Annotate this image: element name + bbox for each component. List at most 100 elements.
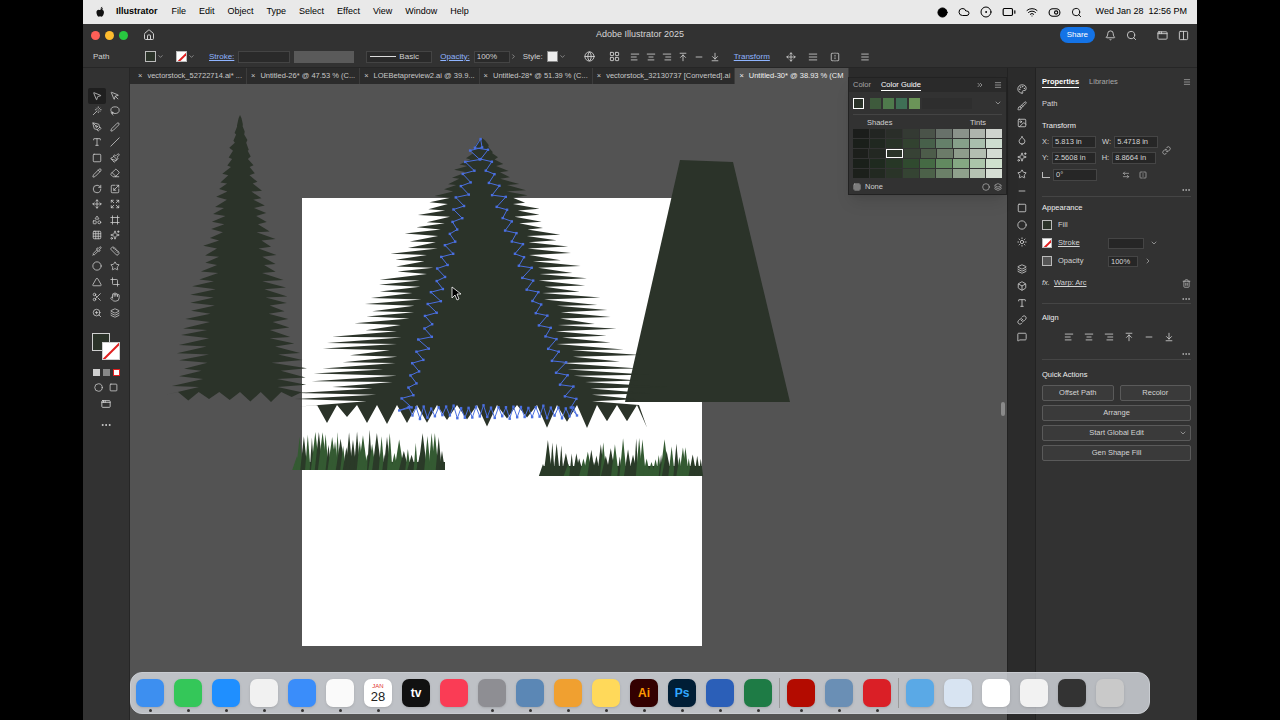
flip-icon[interactable]: [830, 52, 840, 62]
calendar-app-icon[interactable]: JAN28: [364, 679, 392, 707]
variation-swatch[interactable]: [903, 169, 919, 178]
style-swatch[interactable]: [547, 51, 558, 62]
opacity-field[interactable]: 100%: [474, 51, 510, 63]
dock-item[interactable]: [824, 674, 854, 712]
dock-item[interactable]: [553, 674, 583, 712]
gradient-panel-icon[interactable]: [1017, 203, 1027, 213]
dock-item[interactable]: [1019, 674, 1049, 712]
variation-swatch[interactable]: [987, 149, 1002, 158]
slice-tool-icon[interactable]: [110, 308, 120, 318]
document-tab[interactable]: ×Untitled-30* @ 38.93 % (CM: [735, 68, 848, 84]
control-menu-icon[interactable]: [860, 52, 870, 62]
pencil-tool-icon[interactable]: [92, 168, 102, 178]
app-icon[interactable]: [944, 679, 972, 707]
app-icon[interactable]: tv: [402, 679, 430, 707]
style-dropdown-icon[interactable]: [559, 53, 566, 60]
close-window-button[interactable]: [91, 31, 100, 40]
swatch-library-icon[interactable]: [853, 183, 861, 191]
quick-action-button[interactable]: Gen Shape Fill: [1042, 445, 1191, 461]
spotlight-icon[interactable]: [1071, 7, 1082, 18]
app-icon[interactable]: [136, 679, 164, 707]
variation-swatch[interactable]: [953, 169, 969, 178]
more-align-icon[interactable]: [1181, 349, 1191, 359]
variation-swatch[interactable]: [970, 139, 986, 148]
artboards-panel-icon[interactable]: [1017, 281, 1027, 291]
menu-app-name[interactable]: Illustrator: [116, 5, 158, 19]
menu-item[interactable]: View: [373, 5, 392, 19]
align-top-icon[interactable]: [1124, 332, 1134, 342]
graphic-styles-icon[interactable]: [1017, 169, 1027, 179]
dock-item[interactable]: [743, 674, 773, 712]
brushes-panel-icon[interactable]: [1017, 101, 1027, 111]
quick-action-button[interactable]: Recolor: [1120, 385, 1192, 401]
draw-inside-icon[interactable]: [109, 383, 118, 392]
variation-swatch[interactable]: [886, 139, 902, 148]
opacity-arrow-icon[interactable]: [1144, 257, 1152, 265]
more-transform-icon[interactable]: [1181, 185, 1191, 195]
variation-swatch[interactable]: [937, 149, 952, 158]
variation-swatch[interactable]: [853, 169, 869, 178]
variation-swatch[interactable]: [903, 159, 919, 168]
paintbrush-tool-icon[interactable]: [110, 153, 120, 163]
menu-item[interactable]: Edit: [199, 5, 215, 19]
app-icon[interactable]: [326, 679, 354, 707]
dock-item[interactable]: [862, 674, 892, 712]
transparency-panel-icon[interactable]: [1017, 220, 1027, 230]
flip-vertical-icon[interactable]: [1139, 171, 1147, 179]
variation-swatch[interactable]: [920, 139, 936, 148]
align-bottom-icon[interactable]: [710, 52, 720, 62]
tab-close-button[interactable]: ×: [138, 70, 142, 81]
none-mode-button[interactable]: [113, 369, 120, 376]
recolor-icon[interactable]: [584, 51, 595, 62]
menu-clock[interactable]: Wed Jan 28 12:56 PM: [1096, 5, 1187, 19]
zoom-tool-icon[interactable]: [92, 308, 102, 318]
app-icon[interactable]: Ps: [668, 679, 696, 707]
global-edit-dropdown-icon[interactable]: [1179, 429, 1187, 437]
app-icon[interactable]: [982, 679, 1010, 707]
transform-field[interactable]: 5.813 in: [1052, 136, 1096, 148]
stroke-weight-field[interactable]: [238, 51, 290, 63]
dock-item[interactable]: [173, 674, 203, 712]
app-icon[interactable]: [706, 679, 734, 707]
panel-tab[interactable]: Color: [853, 79, 871, 90]
align-left-icon[interactable]: [630, 52, 640, 62]
layers-panel-icon[interactable]: [1017, 264, 1027, 274]
shape-builder-tool-icon[interactable]: [92, 215, 102, 225]
selection-tool-icon[interactable]: [92, 91, 102, 101]
opacity-arrow-icon[interactable]: [510, 53, 517, 60]
scale-tool-icon[interactable]: [110, 184, 120, 194]
variation-swatch[interactable]: [886, 149, 903, 158]
app-icon[interactable]: [478, 679, 506, 707]
app-icon[interactable]: [1020, 679, 1048, 707]
apple-logo-icon[interactable]: [95, 6, 106, 18]
dock-item[interactable]: [1057, 674, 1087, 712]
menu-item[interactable]: Object: [228, 5, 254, 19]
dock-item[interactable]: [905, 674, 935, 712]
dock-item[interactable]: Ps: [667, 674, 697, 712]
app-icon[interactable]: [250, 679, 278, 707]
collapse-panel-icon[interactable]: [976, 81, 984, 89]
transform-button[interactable]: Transform: [734, 51, 770, 63]
line-tool-icon[interactable]: [110, 137, 120, 147]
variation-swatch[interactable]: [953, 129, 969, 138]
pen-tool-icon[interactable]: [92, 122, 102, 132]
dock-item[interactable]: [477, 674, 507, 712]
free-transform-tool-icon[interactable]: [110, 199, 120, 209]
eraser-tool-icon[interactable]: [110, 168, 120, 178]
dock-item[interactable]: [515, 674, 545, 712]
app-icon[interactable]: [1096, 679, 1124, 707]
align-center-icon[interactable]: [1084, 332, 1094, 342]
harmony-dropdown-icon[interactable]: [994, 99, 1002, 107]
lasso-tool-icon[interactable]: [110, 106, 120, 116]
tree-row-right[interactable]: [539, 438, 703, 476]
tab-close-button[interactable]: ×: [739, 70, 743, 81]
stroke-swatch[interactable]: [176, 51, 187, 62]
document-tab[interactable]: ×Untitled-26* @ 47.53 % (C...: [247, 68, 360, 84]
tab-close-button[interactable]: ×: [597, 70, 601, 81]
direct-selection-tool-icon[interactable]: [110, 91, 120, 101]
variation-swatch[interactable]: [870, 159, 886, 168]
comments-panel-icon[interactable]: [1017, 332, 1027, 342]
dock-item[interactable]: [591, 674, 621, 712]
scissors-tool-icon[interactable]: [92, 292, 102, 302]
dock-item[interactable]: [705, 674, 735, 712]
